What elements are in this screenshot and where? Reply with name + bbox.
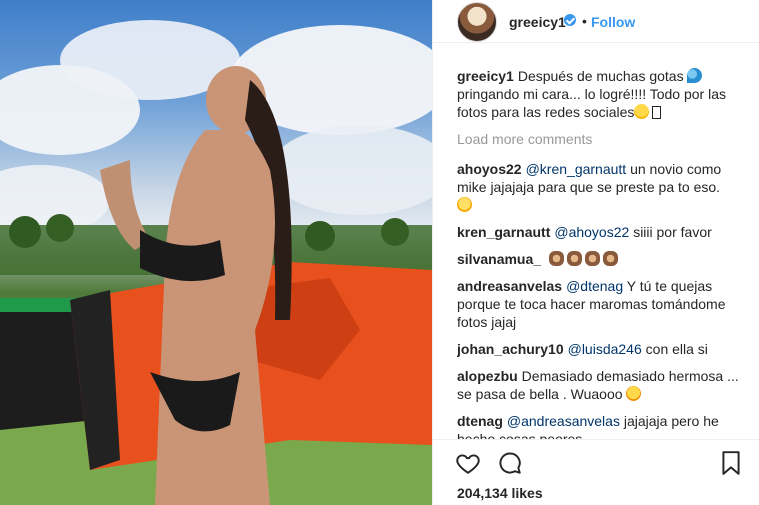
list-item: andreasanvelas @dtenag Y tú te quejas por… <box>457 277 747 331</box>
load-more-comments-button[interactable]: Load more comments <box>457 130 747 148</box>
see-no-evil-monkey-icon <box>548 251 564 266</box>
comment-username[interactable]: dtenag <box>457 413 503 429</box>
comment-mention[interactable]: @dtenag <box>566 278 623 294</box>
comment-username[interactable]: ahoyos22 <box>457 161 522 177</box>
comments-list[interactable]: greeicy1 Después de muchas gotas pringand… <box>457 67 747 439</box>
like-button[interactable] <box>455 450 481 476</box>
list-item: johan_achury10 @luisda246 con ella si <box>457 340 747 358</box>
comment-username[interactable]: johan_achury10 <box>457 341 564 357</box>
heart-icon <box>456 454 480 474</box>
comment-text: con ella si <box>645 341 708 357</box>
avatar[interactable] <box>457 2 497 42</box>
comment-mention[interactable]: @ahoyos22 <box>554 224 629 240</box>
header-username[interactable]: greeicy1 <box>509 14 566 30</box>
save-button[interactable] <box>720 450 742 476</box>
list-item: kren_garnautt @ahoyos22 siiii por favor <box>457 223 747 241</box>
see-no-evil-monkey-icon <box>566 251 582 266</box>
comment-username[interactable]: andreasanvelas <box>457 278 562 294</box>
caption: greeicy1 Después de muchas gotas pringand… <box>457 67 747 121</box>
likes-count[interactable]: 204,134 likes <box>457 485 543 501</box>
post-header: greeicy1 • Follow <box>433 0 759 43</box>
caption-username[interactable]: greeicy1 <box>457 68 514 84</box>
follow-button[interactable]: Follow <box>591 14 635 30</box>
comment-mention[interactable]: @andreasanvelas <box>507 413 620 429</box>
speech-bubble-icon <box>499 452 521 474</box>
laughing-face-icon <box>457 197 472 212</box>
action-bar: 204,134 likes <box>433 439 759 505</box>
comment-username[interactable]: alopezbu <box>457 368 518 384</box>
bookmark-icon <box>722 451 740 475</box>
list-item: dtenag @andreasanvelas jajajaja pero he h… <box>457 412 747 439</box>
caption-text: Después de muchas gotas <box>517 68 684 84</box>
smirk-face-icon <box>634 104 650 119</box>
see-no-evil-monkey-icon <box>584 251 600 266</box>
post-panel: greeicy1 • Follow greeicy1 Después de muc… <box>432 0 759 505</box>
comment-button[interactable] <box>497 450 523 476</box>
comment-username[interactable]: silvanamua_ <box>457 251 541 267</box>
sweat-droplets-icon <box>687 68 703 83</box>
comment-mention[interactable]: @luisda246 <box>568 341 642 357</box>
list-item: alopezbu Demasiado demasiado hermosa ... … <box>457 367 747 403</box>
comment-username[interactable]: kren_garnautt <box>457 224 550 240</box>
list-item: silvanamua_ <box>457 250 747 268</box>
post-photo[interactable] <box>0 0 432 505</box>
list-item: ahoyos22 @kren_garnautt un novio como mik… <box>457 160 747 214</box>
comment-mention[interactable]: @kren_garnautt <box>526 161 627 177</box>
missing-glyph-icon <box>652 106 662 119</box>
see-no-evil-monkey-icon <box>602 251 618 266</box>
verified-badge-icon <box>564 14 576 26</box>
photo-illustration <box>0 20 432 505</box>
heart-eyes-face-icon <box>626 386 642 401</box>
separator-dot: • <box>582 13 587 29</box>
comment-text: siiii por favor <box>633 224 712 240</box>
caption-text-2: pringando mi cara... lo logré!!!! Todo p… <box>457 86 727 120</box>
